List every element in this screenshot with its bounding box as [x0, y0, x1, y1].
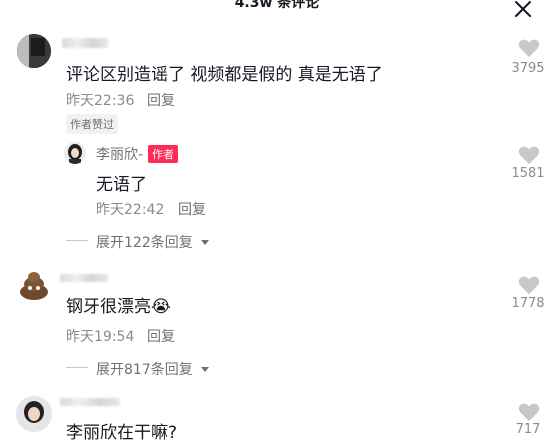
avatar[interactable] — [16, 396, 52, 432]
author-username[interactable]: 李丽欣- — [96, 144, 143, 164]
avatar[interactable] — [16, 266, 52, 302]
expand-replies-button[interactable]: 展开122条回复 — [96, 232, 210, 252]
chevron-down-icon[interactable] — [200, 239, 210, 247]
username-blurred — [60, 398, 120, 406]
comment-time: 昨天22:36 — [66, 93, 135, 109]
heart-icon[interactable] — [518, 402, 540, 422]
author-avatar-image — [64, 142, 86, 164]
username-blurred — [60, 274, 108, 282]
heart-icon[interactable] — [518, 145, 540, 165]
comment-text: 李丽欣在干嘛? — [66, 423, 178, 443]
close-icon[interactable] — [510, 0, 536, 22]
avatar-image — [16, 396, 52, 432]
author-avatar[interactable] — [64, 142, 86, 164]
reply-button[interactable]: 回复 — [178, 199, 206, 219]
like-button[interactable] — [504, 38, 554, 62]
author-liked-badge: 作者赞过 — [66, 114, 118, 134]
reply-button[interactable]: 回复 — [147, 90, 175, 110]
heart-icon[interactable] — [518, 275, 540, 295]
comment-text: 钢牙很漂亮😭 — [66, 292, 171, 317]
like-count: 1778 — [511, 296, 545, 311]
author-tag: 作者 — [148, 145, 178, 163]
like-count: 3795 — [511, 61, 545, 76]
expand-divider — [66, 367, 88, 368]
heart-icon[interactable] — [518, 38, 540, 58]
avatar[interactable] — [17, 34, 51, 68]
crying-emoji-icon: 😭 — [151, 297, 171, 317]
reply-text: 无语了 — [96, 175, 147, 195]
expand-divider — [66, 240, 88, 241]
close-button[interactable] — [510, 0, 536, 22]
avatar-image — [17, 34, 51, 68]
reply-button[interactable]: 回复 — [147, 326, 175, 346]
avatar-image — [16, 266, 52, 302]
comment-text: 评论区别造谣了 视频都是假的 真是无语了 — [66, 65, 383, 85]
expand-replies-label[interactable]: 展开122条回复 — [96, 235, 193, 251]
comment-text-body: 钢牙很漂亮 — [66, 297, 151, 317]
username-blurred — [62, 38, 108, 48]
like-count: 1581 — [511, 166, 545, 181]
reply-time: 昨天22:42 — [96, 202, 165, 218]
chevron-down-icon[interactable] — [200, 366, 210, 374]
comments-count-title: 4.3w 条评论 — [234, 0, 320, 11]
expand-replies-label[interactable]: 展开817条回复 — [96, 362, 193, 378]
comment-time: 昨天19:54 — [66, 329, 135, 345]
expand-replies-button[interactable]: 展开817条回复 — [96, 359, 210, 379]
